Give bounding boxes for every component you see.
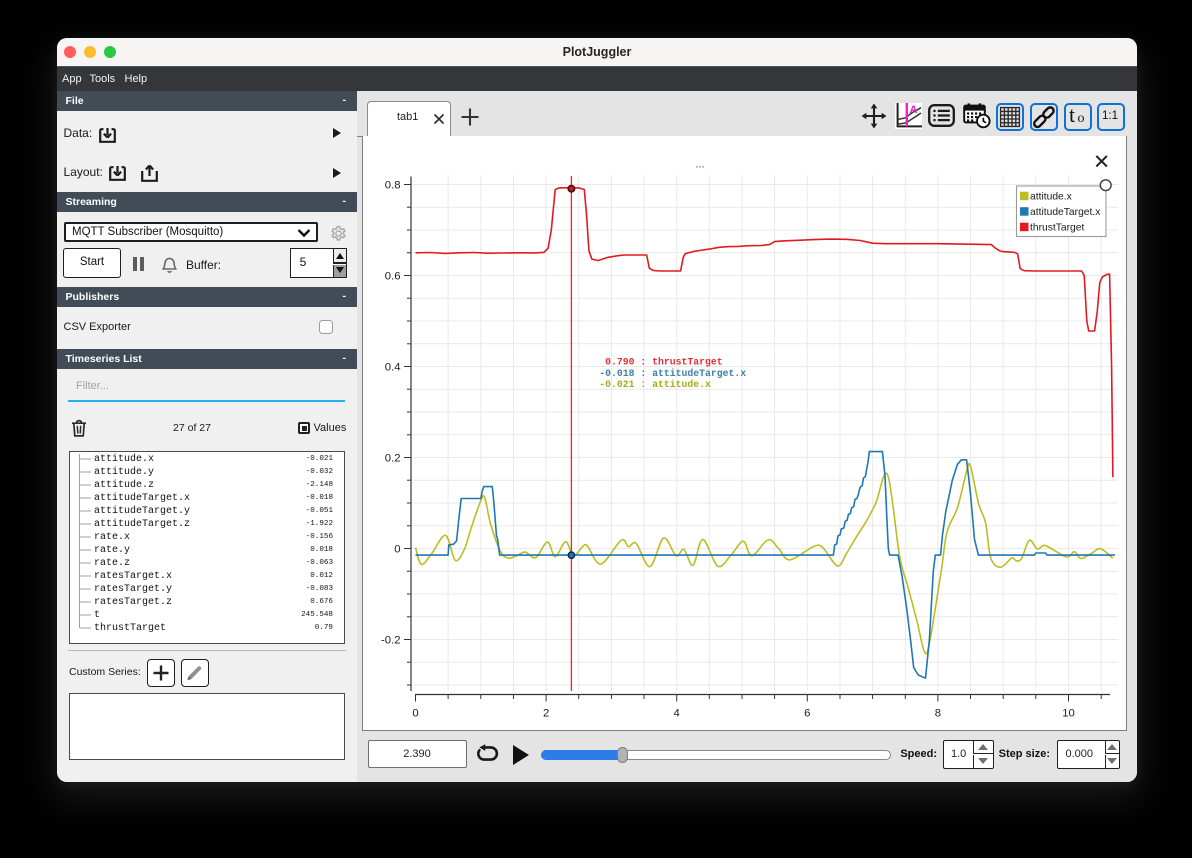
svg-text:6: 6 bbox=[804, 708, 810, 720]
svg-text:thrustTarget: thrustTarget bbox=[1030, 223, 1085, 234]
svg-text:-0.018 : attitudeTarget.x: -0.018 : attitudeTarget.x bbox=[599, 368, 746, 379]
svg-text:0: 0 bbox=[394, 543, 400, 555]
svg-text:4: 4 bbox=[673, 708, 679, 720]
svg-text:8: 8 bbox=[934, 708, 940, 720]
svg-text:-0.021 : attitude.x: -0.021 : attitude.x bbox=[599, 379, 711, 390]
svg-text:0: 0 bbox=[412, 708, 418, 720]
svg-text:0.4: 0.4 bbox=[384, 361, 400, 373]
svg-text:A: A bbox=[910, 104, 918, 116]
svg-text:0.2: 0.2 bbox=[384, 452, 400, 464]
svg-text:-0.2: -0.2 bbox=[381, 634, 400, 646]
svg-text:0.8: 0.8 bbox=[384, 179, 400, 191]
svg-text:0.790 : thrustTarget: 0.790 : thrustTarget bbox=[605, 357, 723, 368]
svg-text:...: ... bbox=[695, 159, 704, 171]
svg-text:attitudeTarget.x: attitudeTarget.x bbox=[1030, 207, 1101, 218]
svg-text:2: 2 bbox=[542, 708, 548, 720]
svg-text:attitude.x: attitude.x bbox=[1030, 192, 1073, 203]
svg-text:0.6: 0.6 bbox=[384, 270, 400, 282]
svg-text:10: 10 bbox=[1062, 708, 1075, 720]
